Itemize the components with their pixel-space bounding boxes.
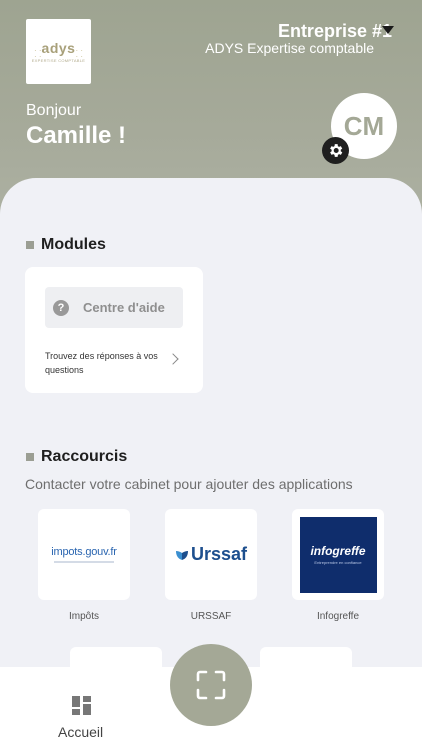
user-name: Camille ! (26, 122, 127, 149)
help-center-description: Trouvez des réponses à vos questions (45, 351, 158, 375)
impots-logo-underline (54, 561, 114, 563)
shortcuts-hint: Contacter votre cabinet pour ajouter des… (25, 476, 353, 492)
caret-down-icon[interactable] (382, 26, 394, 34)
company-logo[interactable]: · · · · · · · · adys EXPERTISE COMPTABLE (26, 19, 91, 84)
logo-word: adys (41, 40, 76, 56)
urssaf-logo-text: Urssaf (190, 544, 248, 564)
dashboard-icon[interactable] (72, 696, 91, 715)
urssaf-mark-icon (175, 550, 188, 560)
shortcuts-section-title: Raccourcis (26, 448, 127, 466)
impots-logo-text: impots.gouv.fr (51, 546, 117, 558)
shortcut-infogreffe-label: Infogreffe (316, 611, 360, 622)
chevron-right-icon[interactable] (167, 353, 179, 365)
gear-icon[interactable] (322, 137, 349, 164)
shortcut-infogreffe[interactable]: infogreffe Entreprendre en confiance (292, 509, 384, 600)
shortcut-urssaf-label: URSSAF (190, 611, 232, 622)
shortcut-urssaf[interactable]: Urssaf (165, 509, 257, 600)
scan-icon (196, 670, 226, 700)
infogreffe-logo: infogreffe Entreprendre en confiance (299, 516, 377, 593)
company-firm: ADYS Expertise comptable (205, 40, 374, 56)
infogreffe-tagline: Entreprendre en confiance (314, 560, 362, 565)
modules-section-title: Modules (26, 236, 106, 254)
company-selector[interactable]: Entreprise #1 (278, 20, 392, 42)
section-marker (26, 241, 34, 249)
help-center-card[interactable]: ? Centre d'aide Trouvez des réponses à v… (25, 267, 203, 393)
impots-logo: impots.gouv.fr (51, 546, 117, 563)
shortcuts-title: Raccourcis (41, 448, 128, 465)
logo-dots-right: · · · · (75, 46, 83, 61)
logo-dots-left: · · · · (34, 46, 42, 61)
question-icon: ? (53, 299, 69, 316)
shortcut-impots[interactable]: impots.gouv.fr (38, 509, 130, 600)
shortcut-impots-label: Impôts (68, 611, 99, 622)
section-marker (26, 453, 34, 461)
help-center-label: Centre d'aide (83, 300, 165, 315)
scan-button[interactable] (170, 644, 252, 726)
modules-title: Modules (41, 236, 106, 253)
greeting: Bonjour (26, 102, 82, 119)
urssaf-logo: Urssaf (175, 544, 247, 565)
help-center-button[interactable]: ? Centre d'aide (45, 287, 183, 328)
company-name: Entreprise #1 (277, 21, 392, 41)
nav-home-label[interactable]: Accueil (58, 724, 103, 740)
infogreffe-logo-text: infogreffe (310, 544, 366, 558)
